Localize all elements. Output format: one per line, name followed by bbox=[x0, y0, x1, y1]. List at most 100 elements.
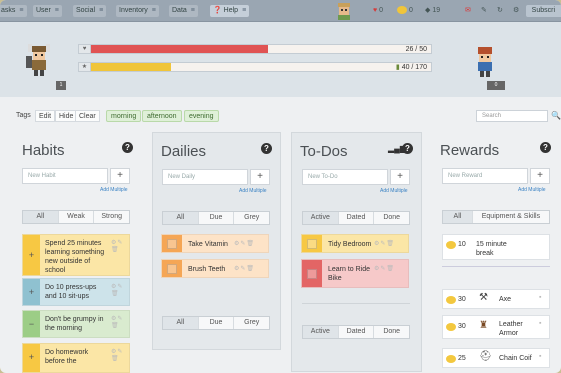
help-icon[interactable]: ? bbox=[402, 143, 413, 154]
habit-plus-button[interactable]: + bbox=[23, 344, 40, 372]
add-multiple-todos-link[interactable]: Add Multiple bbox=[380, 188, 408, 194]
search-input[interactable]: Search bbox=[476, 110, 548, 122]
notification-icon[interactable]: ✉ bbox=[465, 4, 471, 18]
health-value: 26 / 50 bbox=[405, 46, 427, 53]
task-actions-icon[interactable]: ⚙✎🗑 bbox=[111, 315, 129, 329]
gold-coin-icon bbox=[446, 241, 456, 249]
avatar[interactable] bbox=[24, 42, 54, 78]
tab-dated[interactable]: Dated bbox=[339, 212, 375, 224]
todo-checkbox-area[interactable] bbox=[302, 235, 322, 252]
tab-dated[interactable]: Dated bbox=[339, 326, 375, 338]
add-todo-button[interactable]: + bbox=[390, 169, 410, 185]
chat-icon[interactable]: ✎ bbox=[481, 4, 487, 18]
tab-weak[interactable]: Weak bbox=[59, 211, 95, 223]
nav-inventory[interactable]: Inventory ≡ bbox=[116, 5, 159, 17]
add-habit-button[interactable]: + bbox=[110, 168, 130, 184]
tab-grey[interactable]: Grey bbox=[234, 212, 269, 224]
tab-done[interactable]: Done bbox=[374, 326, 409, 338]
checkbox[interactable] bbox=[167, 264, 177, 274]
tab-all[interactable]: All bbox=[163, 212, 199, 224]
dailies-filter-tabs: All Due Grey bbox=[162, 211, 270, 225]
add-multiple-rewards-link[interactable]: Add Multiple bbox=[518, 187, 546, 193]
new-reward-input[interactable]: New Reward bbox=[442, 168, 528, 184]
settings-icon[interactable]: ⚙ bbox=[513, 4, 519, 18]
tab-active[interactable]: Active bbox=[303, 326, 339, 338]
add-multiple-dailies-link[interactable]: Add Multiple bbox=[239, 188, 267, 194]
shop-item-leather-armor[interactable]: 30 ♜ Leather Armor ▪ bbox=[442, 315, 550, 339]
party-badge: 0 bbox=[487, 81, 505, 90]
nav-tasks[interactable]: asks ≡ bbox=[0, 5, 27, 17]
custom-reward[interactable]: 10 15 minute break bbox=[442, 234, 550, 260]
todo-checkbox-area[interactable] bbox=[302, 260, 322, 287]
tags-button[interactable]: Tags bbox=[16, 110, 31, 122]
info-icon[interactable]: ▪ bbox=[539, 320, 541, 327]
new-todo-input[interactable]: New To-Do bbox=[302, 169, 388, 185]
habit-task[interactable]: + Do 10 press-ups and 10 sit-ups ⚙✎🗑 bbox=[22, 278, 130, 306]
tab-done[interactable]: Done bbox=[374, 212, 409, 224]
tag-morning[interactable]: morning bbox=[106, 110, 142, 122]
menu-caret-icon: ≡ bbox=[54, 7, 59, 14]
tag-evening[interactable]: evening bbox=[184, 110, 219, 122]
nav-user[interactable]: User ≡ bbox=[33, 5, 62, 17]
new-habit-input[interactable]: New Habit bbox=[22, 168, 108, 184]
search-icon[interactable]: 🔍 bbox=[551, 111, 561, 121]
habit-plus-button[interactable]: + bbox=[23, 279, 40, 305]
top-nav: asks ≡ User ≡ Social ≡ Inventory ≡ Data ≡ ❓ H… bbox=[0, 0, 561, 22]
reward-cost: 10 bbox=[458, 241, 466, 248]
task-actions-icon[interactable]: ⚙✎🗑 bbox=[234, 265, 255, 272]
tab-all[interactable]: All bbox=[23, 211, 59, 223]
task-actions-icon[interactable]: ⚙✎🗑 bbox=[234, 240, 255, 247]
task-actions-icon[interactable]: ⚙✎🗑 bbox=[374, 240, 395, 247]
habit-task[interactable]: + Spend 25 minutes learning something ne… bbox=[22, 234, 130, 276]
subscribe-button[interactable]: Subscri bbox=[525, 5, 561, 17]
tab-due[interactable]: Due bbox=[199, 317, 235, 329]
edit-tags-button[interactable]: Edit bbox=[35, 110, 56, 122]
task-actions-icon[interactable]: ⚙✎🗑 bbox=[111, 348, 129, 362]
task-actions-icon[interactable]: ⚙✎🗑 bbox=[111, 283, 129, 297]
add-reward-button[interactable]: + bbox=[530, 168, 550, 184]
help-icon[interactable]: ? bbox=[261, 143, 272, 154]
daily-checkbox-area[interactable] bbox=[162, 235, 182, 252]
habit-task[interactable]: + Do homework before the ⚙✎🗑 bbox=[22, 343, 130, 373]
todo-task[interactable]: Learn to Ride Bike ⚙✎🗑 bbox=[301, 259, 409, 288]
tab-active[interactable]: Active bbox=[303, 212, 339, 224]
shop-item-axe[interactable]: 30 ⚒ Axe ▪ bbox=[442, 289, 550, 309]
nav-data[interactable]: Data ≡ bbox=[169, 5, 198, 17]
add-daily-button[interactable]: + bbox=[250, 169, 270, 185]
checkbox[interactable] bbox=[307, 269, 317, 279]
help-icon[interactable]: ? bbox=[540, 142, 551, 153]
add-multiple-habits-link[interactable]: Add Multiple bbox=[100, 187, 128, 193]
nav-social[interactable]: Social ≡ bbox=[73, 5, 107, 17]
info-icon[interactable]: ▪ bbox=[539, 294, 541, 301]
daily-task[interactable]: Take Vitamin ⚙✎🗑 bbox=[161, 234, 269, 253]
tab-all[interactable]: All bbox=[443, 211, 473, 223]
experience-bar-fill bbox=[91, 63, 171, 71]
nav-help[interactable]: ❓ Help ≡ bbox=[210, 5, 250, 17]
habit-plus-button[interactable]: + bbox=[23, 235, 40, 275]
habit-minus-button[interactable]: − bbox=[23, 311, 40, 337]
new-daily-input[interactable]: New Daily bbox=[162, 169, 248, 185]
tab-due[interactable]: Due bbox=[199, 212, 235, 224]
sync-icon[interactable]: ↻ bbox=[497, 4, 503, 18]
daily-task[interactable]: Brush Teeth ⚙✎🗑 bbox=[161, 259, 269, 278]
task-text: Take Vitamin bbox=[188, 241, 228, 248]
task-actions-icon[interactable]: ⚙✎🗑 bbox=[374, 265, 395, 272]
task-text: Tidy Bedroom bbox=[328, 241, 372, 248]
tab-strong[interactable]: Strong bbox=[94, 211, 129, 223]
tab-grey[interactable]: Grey bbox=[234, 317, 269, 329]
info-icon[interactable]: ▪ bbox=[539, 353, 541, 360]
shop-item-chain-coif[interactable]: 25 ⛑ Chain Coif ▪ bbox=[442, 348, 550, 368]
checkbox[interactable] bbox=[307, 239, 317, 249]
tag-afternoon[interactable]: afternoon bbox=[142, 110, 182, 122]
todo-task[interactable]: Tidy Bedroom ⚙✎🗑 bbox=[301, 234, 409, 253]
daily-checkbox-area[interactable] bbox=[162, 260, 182, 277]
help-icon[interactable]: ? bbox=[122, 142, 133, 153]
helmet-icon: ⛑ bbox=[479, 351, 492, 362]
clear-tags-button[interactable]: Clear bbox=[75, 110, 100, 122]
task-actions-icon[interactable]: ⚙✎🗑 bbox=[111, 239, 129, 253]
tab-equipment-skills[interactable]: Equipment & Skills bbox=[473, 211, 549, 223]
tab-all[interactable]: All bbox=[163, 317, 199, 329]
checkbox[interactable] bbox=[167, 239, 177, 249]
party-member-avatar[interactable] bbox=[470, 44, 500, 80]
habit-task[interactable]: − Don't be grumpy in the morning ⚙✎🗑 bbox=[22, 310, 130, 338]
